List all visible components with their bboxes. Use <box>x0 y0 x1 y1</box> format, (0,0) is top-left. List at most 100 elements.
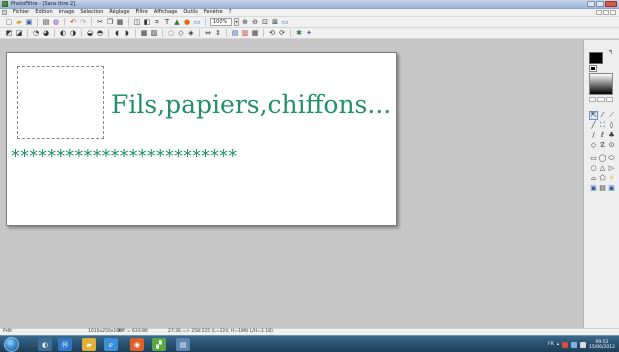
system-clock[interactable]: 09:52 15/06/2012 <box>589 340 615 350</box>
contrast-minus-icon[interactable]: ◑ <box>69 29 77 37</box>
menu-help[interactable]: ? <box>226 9 235 16</box>
fullscreen-icon[interactable]: ▭ <box>281 18 289 26</box>
network-tray-icon[interactable] <box>571 341 578 348</box>
flip-vertical-icon[interactable]: ⇕ <box>214 29 222 37</box>
menu-fenetre[interactable]: Fenêtre <box>201 9 226 16</box>
copy-icon[interactable]: ❐ <box>106 18 114 26</box>
language-indicator[interactable]: FR <box>548 342 554 347</box>
crop-icon[interactable]: ⌗ <box>153 18 161 26</box>
fill-icon[interactable]: ▲ <box>173 18 181 26</box>
menu-filtre[interactable]: Filtre <box>133 9 151 16</box>
redo-icon[interactable]: ↷ <box>79 18 87 26</box>
zoom-input[interactable]: 100% <box>210 18 232 26</box>
magic-wand-icon[interactable]: ⟋ <box>607 111 616 120</box>
tray-chevron-up-icon[interactable]: ▴ <box>557 342 559 347</box>
media-player-icon[interactable]: Ⓜ <box>58 338 72 351</box>
antivirus-tray-icon[interactable] <box>562 341 569 348</box>
fit-window-icon[interactable]: ⊠ <box>271 18 279 26</box>
highlight-icon[interactable]: ▥ <box>241 29 249 37</box>
cut-icon[interactable]: ✂ <box>96 18 104 26</box>
menu-affichage[interactable]: Affichage <box>151 9 181 16</box>
frame-icon[interactable]: ▦ <box>251 29 259 37</box>
image-canvas[interactable]: Fils,papiers,chiffons... ***************… <box>6 52 397 226</box>
rounded-rect-icon[interactable]: ⬭ <box>607 154 616 163</box>
foreground-color-swatch[interactable] <box>589 52 603 64</box>
blur-icon[interactable]: ◌ <box>167 29 175 37</box>
rectangle-icon[interactable]: ▭ <box>589 154 598 163</box>
selection-mode-2-icon[interactable]: ▤ <box>598 184 607 193</box>
swap-colors-icon[interactable]: ↰ <box>608 49 613 56</box>
line-icon[interactable]: ╱ <box>589 121 598 130</box>
paste-icon[interactable]: ▦ <box>116 18 124 26</box>
minimize-button[interactable] <box>587 1 595 7</box>
save-icon[interactable]: ▣ <box>25 18 33 26</box>
open-folder-icon[interactable]: ▰ <box>15 18 23 26</box>
selection-mode-3-icon[interactable]: ▣ <box>607 184 616 193</box>
sharpen-icon[interactable]: ◇ <box>177 29 185 37</box>
saturation-minus-icon[interactable]: ◓ <box>96 29 104 37</box>
internet-explorer-icon[interactable]: ℯ <box>104 338 118 351</box>
fill-bucket-icon[interactable]: ⛶ <box>598 121 607 130</box>
menu-selection[interactable]: Sélection <box>77 9 106 16</box>
undo-icon[interactable]: ↶ <box>69 18 77 26</box>
plugins-icon[interactable]: ✱ <box>295 29 303 37</box>
firefox-icon[interactable]: ◉ <box>130 338 144 351</box>
photofiltre-taskbar-icon[interactable]: ▞ <box>152 338 166 351</box>
saturation-plus-icon[interactable]: ◒ <box>86 29 94 37</box>
menu-edition[interactable]: Edition <box>32 9 55 16</box>
opacity-slider[interactable] <box>589 97 613 102</box>
brightness-minus-icon[interactable]: ◕ <box>42 29 50 37</box>
effects-icon[interactable]: ✦ <box>305 29 313 37</box>
doc-minimize-button[interactable] <box>596 10 602 15</box>
clone-icon[interactable]: ⊙ <box>607 141 616 150</box>
document-taskbar-icon[interactable]: ▤ <box>176 338 190 351</box>
brightness-plus-icon[interactable]: ◔ <box>32 29 40 37</box>
contrast-plus-icon[interactable]: ◐ <box>59 29 67 37</box>
smudge-icon[interactable]: ☡ <box>598 141 607 150</box>
doc-restore-button[interactable] <box>603 10 609 15</box>
sepia-icon[interactable]: ▨ <box>150 29 158 37</box>
gamma-plus-icon[interactable]: ◖ <box>113 29 121 37</box>
circle-icon[interactable]: ○ <box>589 164 598 173</box>
document-icon[interactable] <box>2 10 7 15</box>
selection-mode-1-icon[interactable]: ▣ <box>589 184 598 193</box>
zoom-dropdown-chevron-icon[interactable]: ▾ <box>234 18 239 26</box>
zoom-out-icon[interactable]: ⊖ <box>251 18 259 26</box>
advanced-brush-icon[interactable]: ℓ <box>598 131 607 140</box>
selection-rectangle[interactable] <box>17 66 104 139</box>
canvas-size-icon[interactable]: ◧ <box>143 18 151 26</box>
new-file-icon[interactable]: ▢ <box>5 18 13 26</box>
doc-close-button[interactable] <box>610 10 616 15</box>
menu-outils[interactable]: Outils <box>180 9 200 16</box>
scan-icon[interactable]: ◍ <box>52 18 60 26</box>
ellipse-icon[interactable]: ◯ <box>598 154 607 163</box>
color-gradient-preview[interactable] <box>589 73 613 95</box>
slider-left[interactable] <box>589 97 597 102</box>
explorer-icon[interactable]: ◐ <box>38 338 52 351</box>
lasso-icon[interactable]: ⌓ <box>589 174 598 183</box>
start-button[interactable] <box>4 337 19 352</box>
rotate-right-icon[interactable]: ⟳ <box>278 29 286 37</box>
polygon-icon[interactable]: ⬠ <box>598 174 607 183</box>
volume-tray-icon[interactable] <box>580 341 587 348</box>
actual-size-icon[interactable]: ⊡ <box>261 18 269 26</box>
menu-image[interactable]: Image <box>56 9 78 16</box>
menu-fichier[interactable]: Fichier <box>10 9 32 16</box>
triangle-icon[interactable]: △ <box>598 164 607 173</box>
menu-reglage[interactable]: Réglage <box>106 9 132 16</box>
custom-shape-icon[interactable]: ✧ <box>607 174 616 183</box>
rotate-left-icon[interactable]: ⟲ <box>268 29 276 37</box>
dust-icon[interactable]: ◈ <box>187 29 195 37</box>
slider-right[interactable] <box>605 97 613 102</box>
gamma-minus-icon[interactable]: ◗ <box>123 29 131 37</box>
pipette-icon[interactable]: ⁄ <box>598 111 607 120</box>
blur-drop-icon[interactable]: ◇ <box>589 141 598 150</box>
color-icon[interactable]: ● <box>183 18 191 26</box>
stamp-icon[interactable]: ♣ <box>607 131 616 140</box>
spray-icon[interactable]: ◊ <box>607 121 616 130</box>
auto-level-icon[interactable]: ◩ <box>5 29 13 37</box>
reset-colors-icon[interactable] <box>589 65 597 72</box>
slider-mid[interactable] <box>597 97 605 102</box>
text-tool-icon[interactable]: T <box>163 18 171 26</box>
auto-contrast-icon[interactable]: ◪ <box>15 29 23 37</box>
